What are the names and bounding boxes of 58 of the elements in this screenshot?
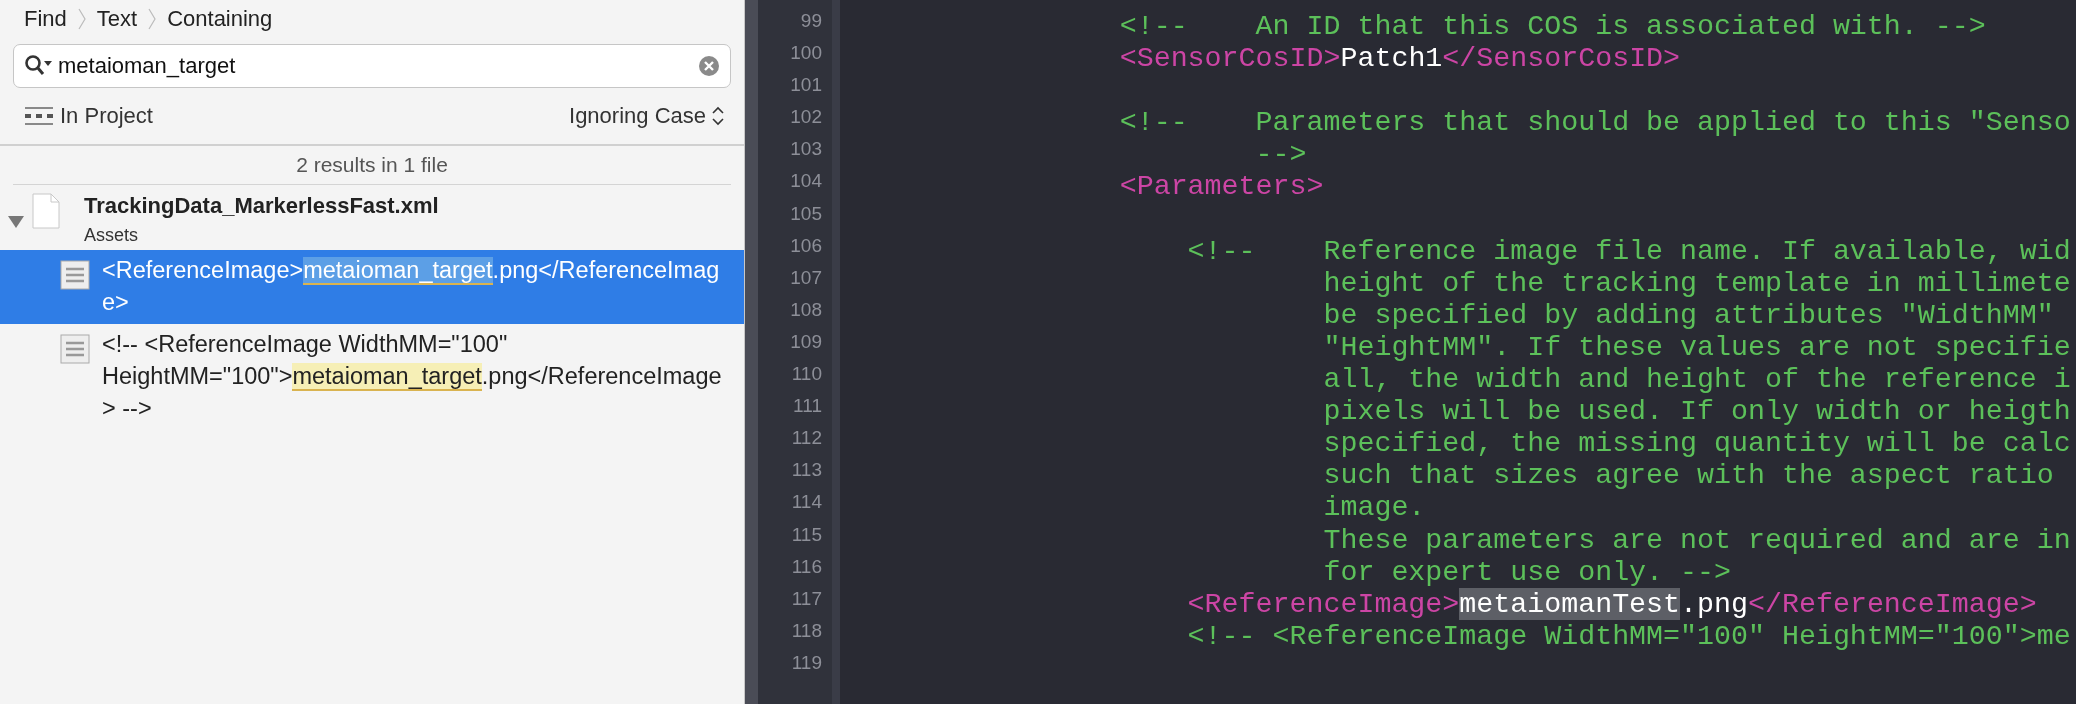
line-number: 100 [789, 42, 823, 66]
case-popup[interactable]: Ignoring Case [569, 103, 724, 129]
updown-chevron-icon [712, 105, 724, 127]
line-number: 109 [789, 330, 823, 354]
clear-icon [698, 55, 720, 77]
breadcrumb-chevron-icon [147, 8, 158, 30]
line-number: 104 [789, 170, 823, 194]
code-line: such that sizes agree with the aspect ratio [1322, 459, 2055, 492]
search-input[interactable]: metaioman_target [58, 53, 694, 79]
code-line: <Parameters> [1118, 170, 1325, 203]
scope-icon [24, 106, 54, 126]
code-line: These parameters are not required and are in [1322, 523, 2072, 556]
search-result-row[interactable]: <!-- <ReferenceImage WidthMM="100" HeightMM="100">metaioman_target.png</ReferenceImage> --> [0, 324, 744, 430]
line-number: 114 [790, 491, 823, 515]
search-result-row[interactable]: <ReferenceImage>metaioman_target.png</ReferenceImage> [0, 250, 744, 324]
search-field[interactable]: metaioman_target [13, 44, 731, 88]
code-line: for expert use only. --> [1322, 555, 1732, 588]
line-number: 106 [789, 234, 823, 258]
line-number: 107 [789, 266, 823, 290]
breadcrumb-item[interactable]: Find [24, 6, 67, 32]
line-number: 113 [790, 459, 823, 483]
file-name: TrackingData_MarkerlessFast.xml [84, 193, 439, 219]
line-number: 115 [790, 523, 823, 547]
line-number: 111 [792, 395, 823, 419]
line-number: 103 [789, 138, 823, 162]
breadcrumb-item[interactable]: Text [96, 6, 138, 32]
line-number: 118 [790, 619, 823, 643]
code-line: image. [1322, 491, 1427, 524]
breadcrumb-chevron-icon [76, 8, 87, 30]
code-line: <!-- Reference image file name. If available, wid [1186, 234, 2072, 267]
code-line: specified, the missing quantity will be calc [1322, 427, 2072, 460]
search-icon [24, 54, 54, 78]
code-line: height of the tracking template in millimete [1322, 266, 2072, 299]
code-line: --> [1254, 138, 1308, 171]
line-number: 108 [789, 298, 823, 322]
code-line: <!-- Parameters that should be applied to this "Senso [1118, 106, 2072, 139]
line-number: 102 [789, 106, 823, 130]
line-number: 105 [789, 202, 823, 226]
code-line: <ReferenceImage>metaiomanTest.png</ReferenceImage> [1186, 587, 2037, 620]
line-number: 101 [789, 74, 823, 98]
line-number: 119 [790, 651, 823, 675]
results-summary: 2 results in 1 file [13, 146, 731, 185]
document-icon [32, 193, 60, 229]
code-line: pixels will be used. If only width or heigth [1322, 395, 2072, 428]
code-line: all, the width and height of the reference i [1322, 363, 2072, 396]
line-number: 117 [790, 587, 823, 611]
code-line: <!-- An ID that this COS is associated with. --> [1118, 10, 1987, 43]
scope-button[interactable]: In Project [24, 103, 153, 129]
line-number: 99 [799, 10, 823, 33]
line-number: 116 [790, 555, 823, 579]
folder-name: Assets [84, 225, 140, 246]
line-number: 110 [790, 363, 823, 387]
code-line: be specified by adding attributes "WidthMM" [1322, 298, 2055, 331]
code-line: "HeightMM". If these values are not specifie [1322, 330, 2072, 364]
code-line: <SensorCosID>Patch1</SensorCosID> [1118, 42, 1681, 75]
breadcrumb-item[interactable]: Containing [167, 6, 273, 32]
line-number: 112 [790, 427, 823, 451]
code-line: <!-- <ReferenceImage WidthMM="100" HeightMM="100">me [1186, 619, 2072, 652]
